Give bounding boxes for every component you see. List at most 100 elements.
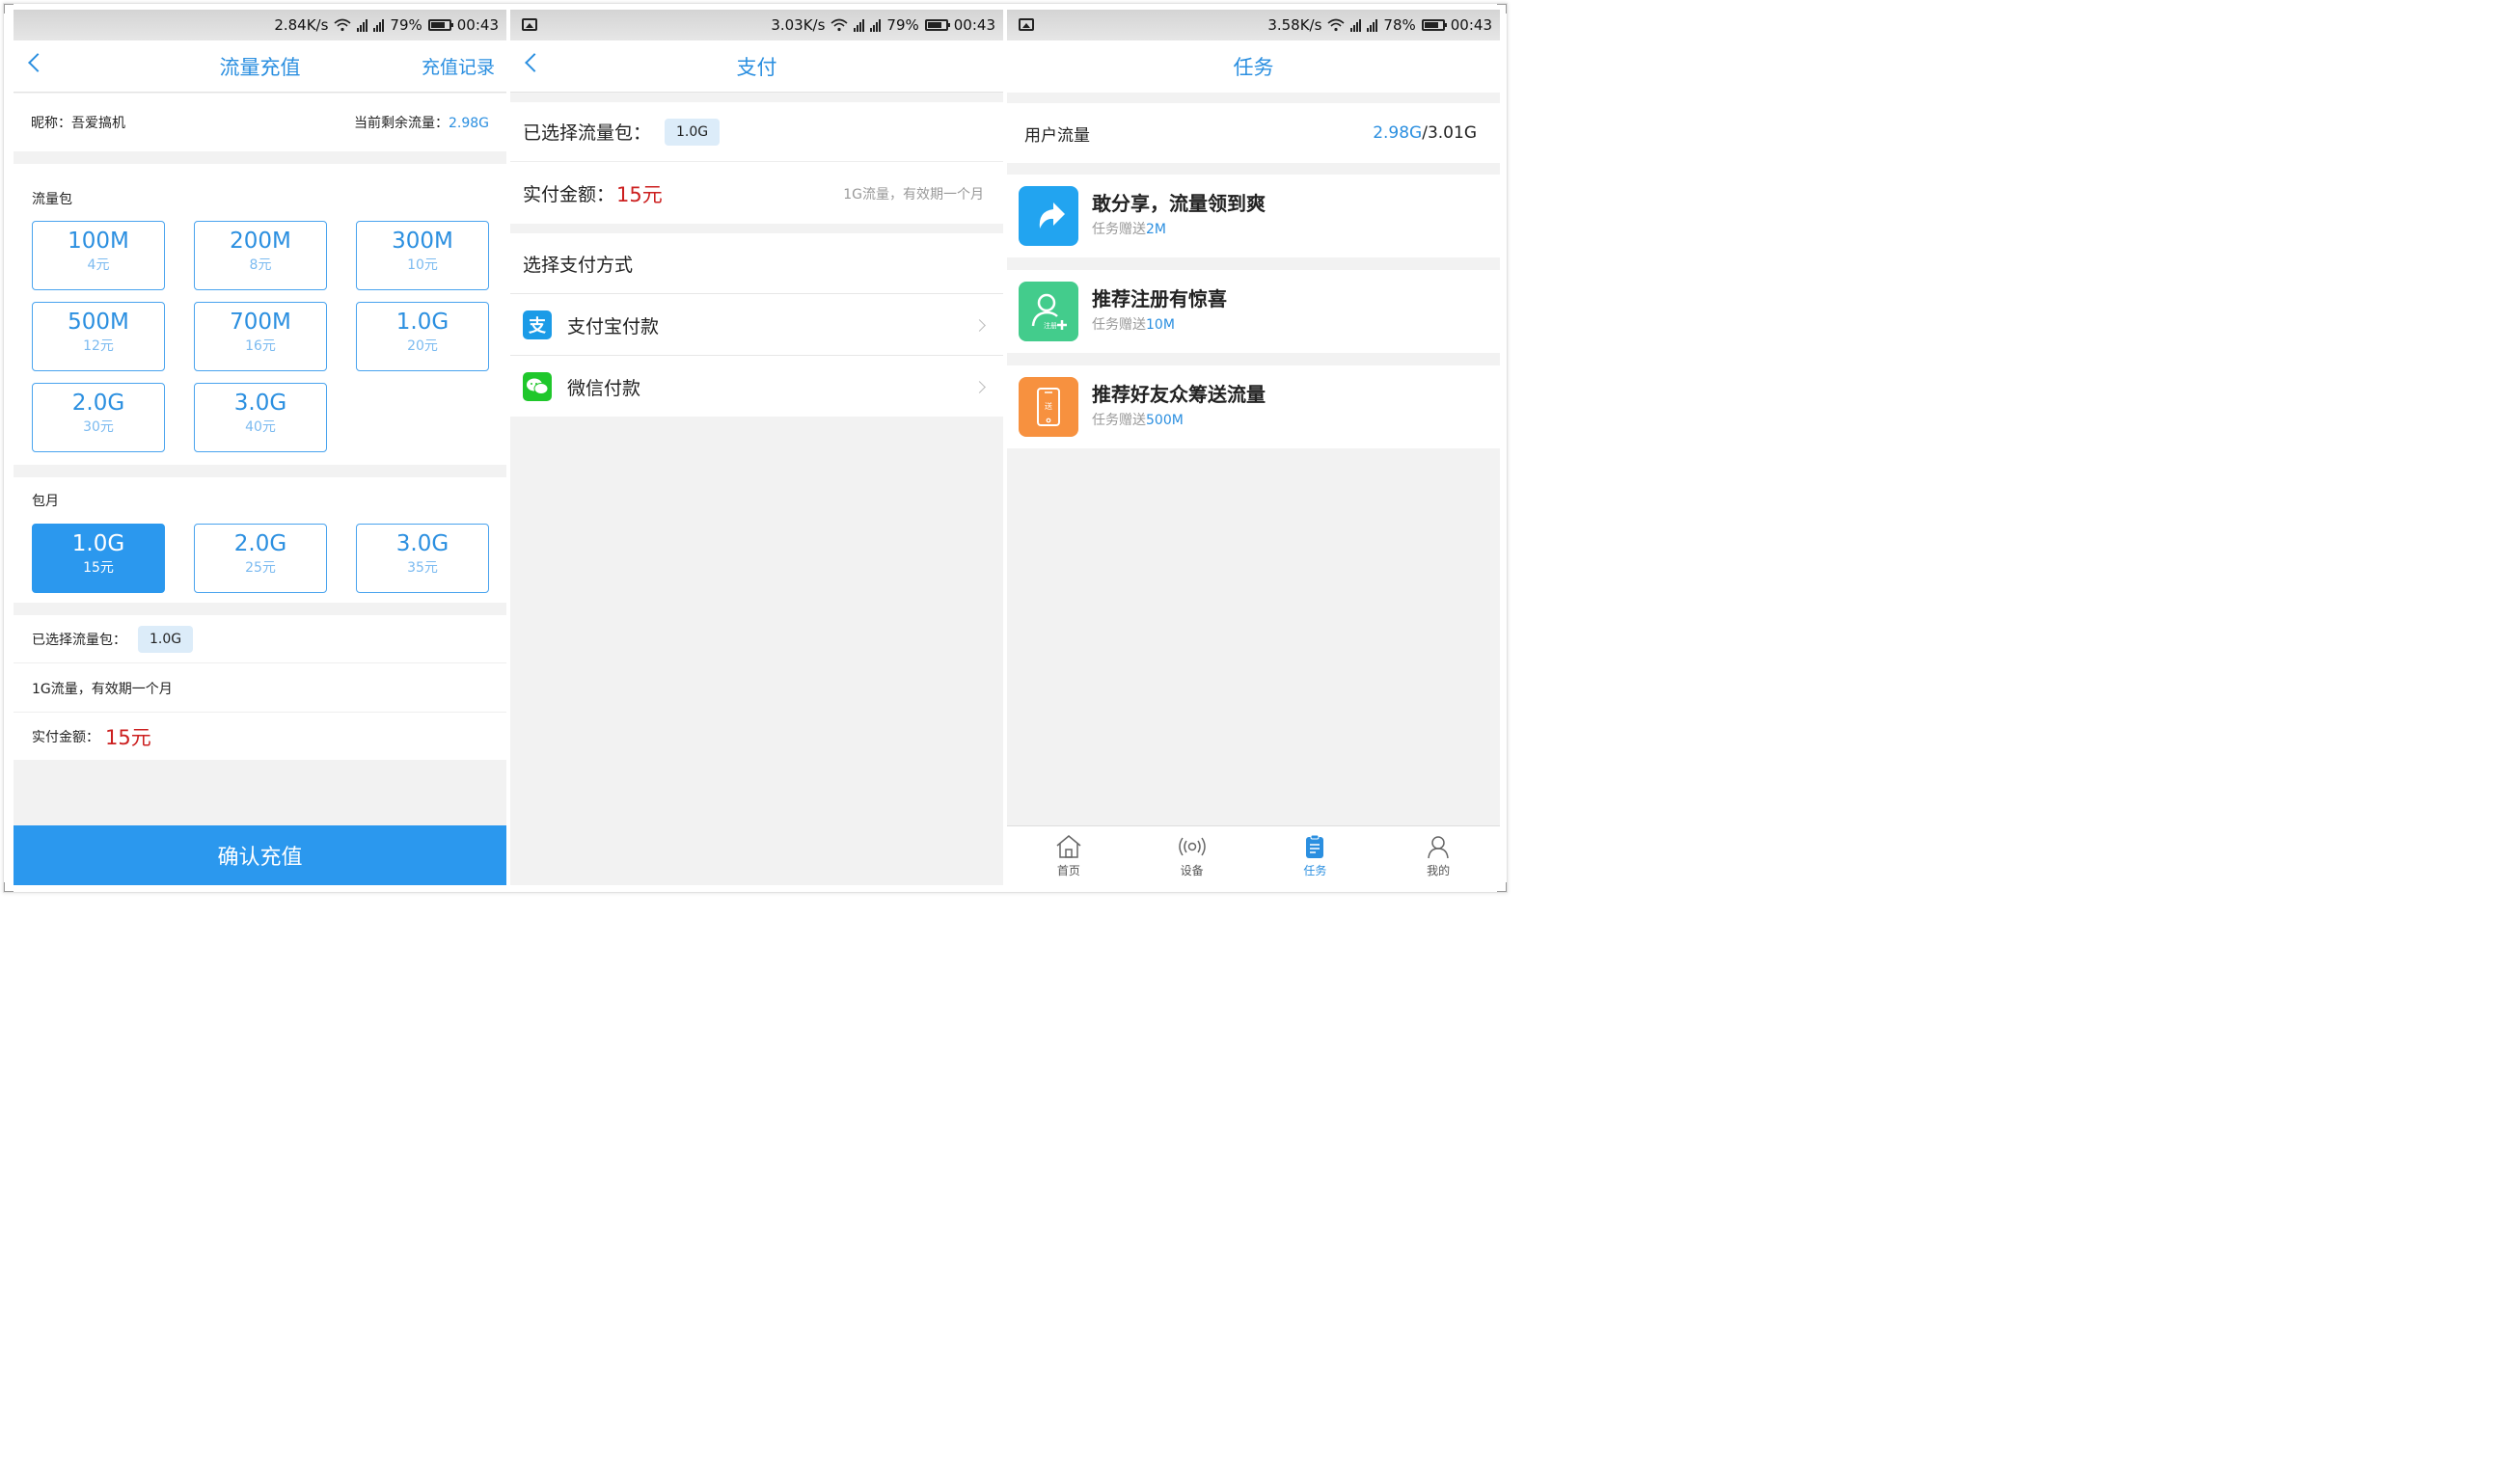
clock: 00:43 [456,16,499,34]
remaining-traffic: 当前剩余流量：2.98G [354,113,489,132]
remaining-value: 2.98G [448,116,489,131]
amount-label: 实付金额： [523,184,615,205]
payment-screen: 3.03K/s 79% 00:43 支付 已选择流量包： 1.0G 实付金额： … [510,10,1003,885]
tasks-screen: 3.58K/s 78% 00:43 任务 用户流量 2.98G/3.01G 敢分… [1007,10,1500,885]
amount-row: 实付金额： 15元 1G流量，有效期一个月 [510,163,1003,224]
home-icon [1056,834,1081,858]
clock: 00:43 [1450,16,1492,34]
tab-device[interactable]: 设备 [1130,826,1254,885]
status-bar: 3.03K/s 79% 00:43 [510,10,1003,40]
package-description: 1G流量，有效期一个月 [32,681,173,697]
package-option[interactable]: 200M 8元 [194,221,327,290]
device-signal-icon [1178,837,1206,855]
tab-home[interactable]: 首页 [1007,826,1130,885]
task-title: 敢分享，流量领到爽 [1092,192,1266,215]
selection-summary: 已选择流量包： 1.0G 1G流量，有效期一个月 实付金额： 15元 [14,615,506,760]
tab-label: 我的 [1427,863,1451,877]
package-price: 12元 [83,338,114,354]
package-option[interactable]: 2.0G 30元 [32,383,165,452]
reward-amount: 10M [1146,317,1175,333]
section-label-packages: 流量包 [32,192,72,207]
tab-profile[interactable]: 我的 [1376,826,1500,885]
user-traffic-row: 用户流量 2.98G/3.01G [1007,103,1500,163]
task-title: 推荐注册有惊喜 [1092,287,1227,310]
package-price: 15元 [83,560,114,576]
package-size: 1.0G [395,310,449,335]
task-title: 推荐好友众筹送流量 [1092,383,1266,406]
package-price: 25元 [245,560,276,576]
package-price: 10元 [407,257,438,273]
usage-used: 2.98G [1373,123,1423,143]
reward-prefix: 任务赠送 [1092,413,1146,428]
frame-corner [4,882,14,892]
package-option[interactable]: 100M 4元 [32,221,165,290]
network-speed: 2.84K/s [274,16,329,34]
back-chevron-icon[interactable] [28,53,47,72]
payment-option-wechat[interactable]: 微信付款 [510,357,1003,417]
page-title: 流量充值 [219,55,301,79]
recharge-screen: 2.84K/s 79% 00:43 流量充值 充值记录 昵称：吾爱搞机 当前剩余… [14,10,506,885]
package-price: 30元 [83,419,114,435]
package-price: 35元 [407,560,438,576]
wifi-icon [334,18,351,32]
usage-value: 2.98G/3.01G [1373,123,1477,143]
task-reward: 任务赠送10M [1092,312,1227,337]
monthly-option-selected[interactable]: 1.0G 15元 [32,524,165,593]
signal-icon [1367,18,1378,32]
task-item-share[interactable]: 敢分享，流量领到爽 任务赠送2M [1007,175,1500,257]
package-option[interactable]: 300M 10元 [356,221,489,290]
selected-label: 已选择流量包： [523,122,652,144]
svg-text:送: 送 [1045,401,1052,411]
monthly-packages-section: 包月 1.0G 15元 2.0G 25元 3.0G 35元 [14,477,506,603]
package-description: 1G流量，有效期一个月 [843,186,984,202]
battery-percent: 78% [1383,16,1416,34]
payment-option-alipay[interactable]: 支 支付宝付款 [510,295,1003,356]
payment-methods-section: 选择支付方式 支 支付宝付款 微信付款 [510,233,1003,417]
register-user-icon: 注册 [1019,282,1078,341]
package-size: 3.0G [395,531,449,556]
tab-tasks[interactable]: 任务 [1254,826,1377,885]
package-option[interactable]: 500M 12元 [32,302,165,371]
phone-gift-icon: 送 [1019,377,1078,437]
package-option[interactable]: 3.0G 40元 [194,383,327,452]
monthly-option[interactable]: 2.0G 25元 [194,524,327,593]
package-price: 20元 [407,338,438,354]
package-size: 100M [68,229,129,254]
package-size: 2.0G [71,391,125,416]
usage-label: 用户流量 [1024,125,1090,146]
payment-option-label: 微信付款 [567,377,641,399]
order-summary: 已选择流量包： 1.0G 实付金额： 15元 1G流量，有效期一个月 [510,102,1003,224]
confirm-recharge-button[interactable]: 确认充值 [14,825,506,885]
monthly-option[interactable]: 3.0G 35元 [356,524,489,593]
usage-total: /3.01G [1422,123,1477,143]
battery-percent: 79% [886,16,919,34]
selected-package-row: 已选择流量包： 1.0G [14,615,506,663]
package-option[interactable]: 1.0G 20元 [356,302,489,371]
signal-icon [373,18,385,32]
payment-method-heading: 选择支付方式 [510,233,1003,294]
page-title: 任务 [1233,56,1274,79]
task-reward: 任务赠送2M [1092,217,1266,242]
package-option[interactable]: 700M 16元 [194,302,327,371]
nickname: 昵称：吾爱搞机 [31,116,125,131]
signal-icon [870,18,882,32]
battery-icon [427,19,453,31]
amount-row: 实付金额： 15元 [14,714,506,760]
section-label-monthly: 包月 [32,494,59,509]
task-clipboard-icon [1306,834,1324,858]
task-item-crowdfund[interactable]: 送 推荐好友众筹送流量 任务赠送500M [1007,365,1500,448]
network-speed: 3.58K/s [1267,16,1322,34]
task-item-register[interactable]: 注册 推荐注册有惊喜 任务赠送10M [1007,270,1500,353]
tab-label: 首页 [1056,863,1080,877]
back-chevron-icon[interactable] [525,53,544,72]
selected-package-chip: 1.0G [138,625,194,653]
battery-icon [1421,19,1447,31]
svg-text:注册: 注册 [1044,321,1057,330]
recharge-history-link[interactable]: 充值记录 [422,53,495,79]
tab-label: 设备 [1180,863,1204,877]
amount-value: 15元 [616,182,663,206]
share-icon [1019,186,1078,246]
reward-amount: 500M [1146,413,1184,428]
section-label-payment: 选择支付方式 [523,254,634,276]
battery-icon [924,19,950,31]
